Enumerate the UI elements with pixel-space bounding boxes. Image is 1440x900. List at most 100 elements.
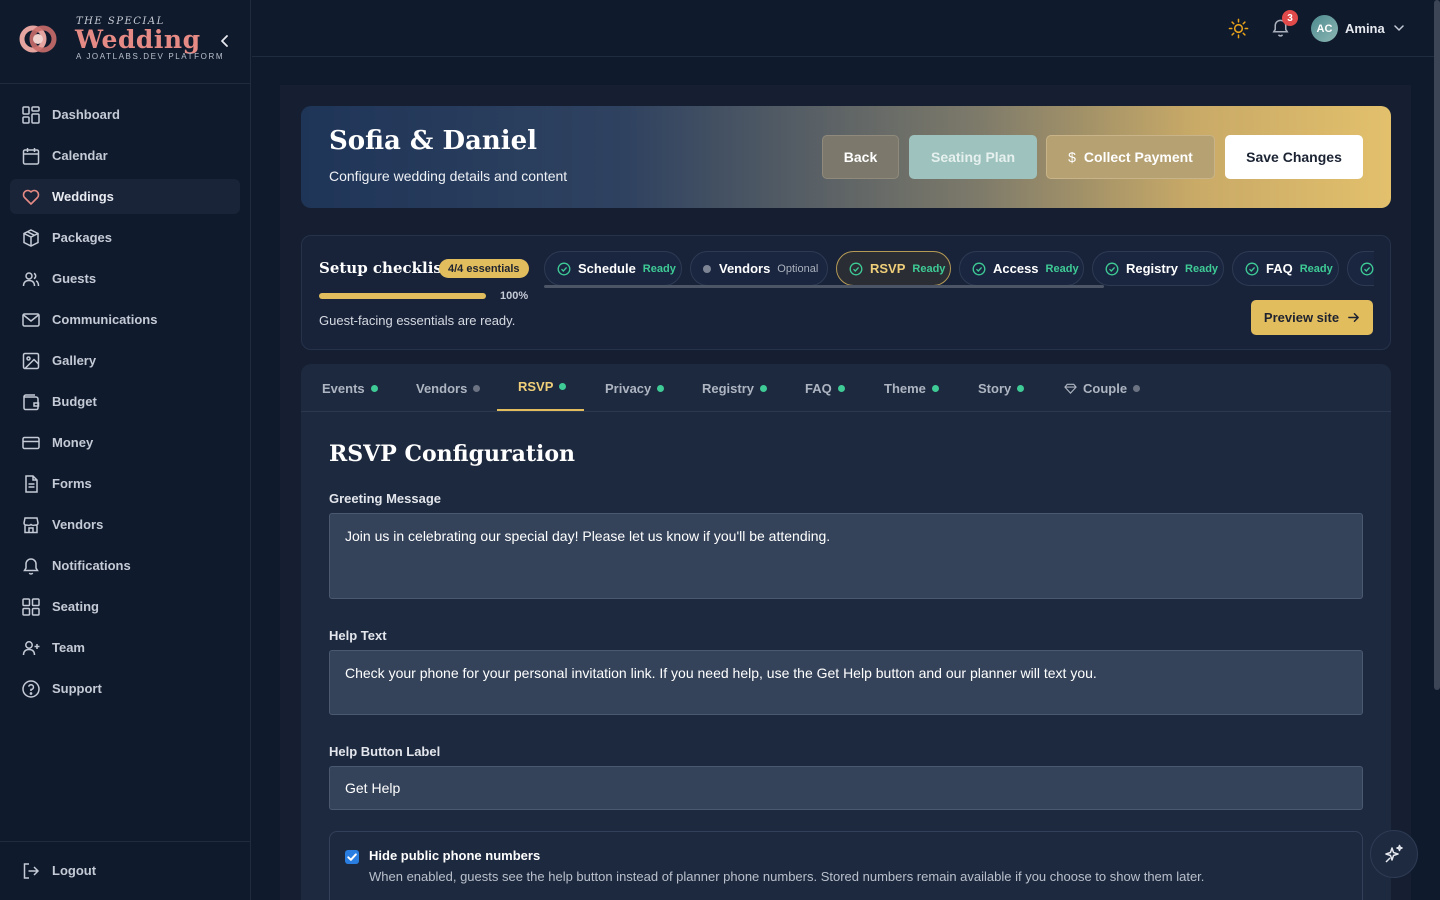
tab-vendors[interactable]: Vendors <box>416 364 481 412</box>
sidebar-item-packages[interactable]: Packages <box>10 220 240 255</box>
sidebar-item-label: Notifications <box>52 558 131 573</box>
pill-status: Ready <box>1045 262 1079 275</box>
preview-site-button[interactable]: Preview site <box>1251 300 1373 335</box>
grid-icon <box>22 597 40 616</box>
sidebar-item-label: Support <box>52 681 102 696</box>
sidebar-divider <box>0 841 251 842</box>
status-dot <box>559 383 567 390</box>
pill-name: RSVP <box>870 261 906 276</box>
save-changes-button[interactable]: Save Changes <box>1225 135 1363 179</box>
check-circle-icon <box>1105 262 1119 275</box>
image-icon <box>22 352 40 369</box>
status-dot <box>1133 384 1141 392</box>
credit-card-icon <box>22 436 40 449</box>
pill-name: Registry <box>1126 261 1179 276</box>
status-dot <box>703 264 711 273</box>
mail-icon <box>22 312 40 327</box>
help-button-label-input[interactable]: Get Help <box>329 766 1363 810</box>
tab-label: RSVP <box>518 379 554 394</box>
pill-status: Ready <box>642 262 676 275</box>
sidebar-item-calendar[interactable]: Calendar <box>10 138 240 173</box>
seating-plan-button[interactable]: Seating Plan <box>909 135 1037 179</box>
pill-status: Ready <box>1299 262 1333 275</box>
pill-access[interactable]: Access Ready <box>959 251 1084 286</box>
status-dot <box>837 384 845 392</box>
page-scrollbar[interactable] <box>1434 0 1440 690</box>
pill-rsvp[interactable]: RSVP Ready <box>836 251 951 286</box>
pill-registry[interactable]: Registry Ready <box>1092 251 1224 286</box>
check-circle-icon <box>557 262 571 275</box>
chevron-left-icon[interactable] <box>217 33 233 49</box>
help-text-textarea[interactable]: Check your phone for your personal invit… <box>329 650 1363 715</box>
sidebar-item-forms[interactable]: Forms <box>10 466 240 501</box>
checklist-progress-label: 100% <box>500 290 529 302</box>
logout-button[interactable]: Logout <box>10 853 240 888</box>
sidebar-item-communications[interactable]: Communications <box>10 302 240 337</box>
help-circle-icon <box>22 679 40 698</box>
brand-subtitle: A JOATLABS.DEV PLATFORM <box>76 52 225 61</box>
sidebar-item-notifications[interactable]: Notifications <box>10 548 240 583</box>
ai-assistant-button[interactable] <box>1370 830 1418 878</box>
sidebar-item-label: Communications <box>52 312 158 327</box>
brand-name: Wedding <box>75 25 201 54</box>
avatar[interactable]: AC <box>1311 15 1338 42</box>
collect-payment-button[interactable]: $ Collect Payment <box>1046 135 1215 179</box>
chevron-down-icon[interactable] <box>1393 22 1405 34</box>
user-plus-icon <box>22 640 40 655</box>
sidebar-item-money[interactable]: Money <box>10 425 240 460</box>
greeting-message-textarea[interactable]: Join us in celebrating our special day! … <box>329 513 1363 599</box>
status-dot <box>657 384 665 392</box>
pill-name: FAQ <box>1266 261 1293 276</box>
tab-theme[interactable]: Theme <box>884 364 939 412</box>
check-circle-icon <box>1360 262 1374 275</box>
tab-registry[interactable]: Registry <box>702 364 768 412</box>
sidebar-item-seating[interactable]: Seating <box>10 589 240 624</box>
tab-label: FAQ <box>805 380 832 396</box>
sidebar-nav: Dashboard Calendar Weddings Packages Gue… <box>10 97 240 712</box>
sidebar-item-label: Weddings <box>52 189 114 204</box>
sidebar-item-team[interactable]: Team <box>10 630 240 665</box>
status-dot <box>473 384 481 392</box>
user-name[interactable]: Amina <box>1345 21 1385 36</box>
status-dot <box>931 384 939 392</box>
tab-faq[interactable]: FAQ <box>805 364 845 412</box>
hide-phone-checkbox[interactable] <box>345 850 359 864</box>
dollar-icon: $ <box>1068 149 1076 165</box>
tab-rsvp[interactable]: RSVP <box>497 364 584 411</box>
preview-site-label: Preview site <box>1263 310 1340 325</box>
tab-events[interactable]: Events <box>322 364 378 412</box>
tab-bar: Events Vendors RSVP Privacy Registry FAQ… <box>301 364 1391 412</box>
pills-scrollbar[interactable] <box>544 285 1104 288</box>
sidebar: THE SPECIAL Wedding A JOATLABS.DEV PLATF… <box>0 0 251 900</box>
section-title: RSVP Configuration <box>329 441 576 467</box>
tab-label: Vendors <box>416 380 468 396</box>
sidebar-item-budget[interactable]: Budget <box>10 384 240 419</box>
sidebar-item-vendors[interactable]: Vendors <box>10 507 240 542</box>
tab-couple[interactable]: Couple <box>1064 364 1141 412</box>
sidebar-item-dashboard[interactable]: Dashboard <box>10 97 240 132</box>
top-bar: 3 AC Amina <box>252 0 1440 57</box>
hide-phone-title: Hide public phone numbers <box>369 848 541 863</box>
pill-vendors[interactable]: Vendors Optional <box>690 251 828 286</box>
tab-story[interactable]: Story <box>978 364 1025 412</box>
pill-faq[interactable]: FAQ Ready <box>1232 251 1339 286</box>
sidebar-item-guests[interactable]: Guests <box>10 261 240 296</box>
grid-icon <box>22 105 40 124</box>
sidebar-item-support[interactable]: Support <box>10 671 240 706</box>
pill-overflow[interactable] <box>1347 251 1374 286</box>
sidebar-item-gallery[interactable]: Gallery <box>10 343 240 378</box>
arrow-right-icon <box>1348 313 1359 322</box>
tab-label: Theme <box>884 380 926 396</box>
sidebar-item-weddings[interactable]: Weddings <box>10 179 240 214</box>
gem-icon <box>1064 383 1077 394</box>
sun-icon[interactable] <box>1228 18 1249 39</box>
pill-name: Vendors <box>719 261 771 276</box>
pill-status: Optional <box>777 262 819 275</box>
tab-label: Couple <box>1083 380 1128 396</box>
hide-phone-option: Hide public phone numbers When enabled, … <box>329 831 1363 900</box>
back-button[interactable]: Back <box>822 135 899 179</box>
pill-schedule[interactable]: Schedule Ready <box>544 251 682 286</box>
pill-name: Schedule <box>578 261 636 276</box>
notification-count-badge: 3 <box>1282 10 1298 26</box>
tab-privacy[interactable]: Privacy <box>605 364 665 412</box>
